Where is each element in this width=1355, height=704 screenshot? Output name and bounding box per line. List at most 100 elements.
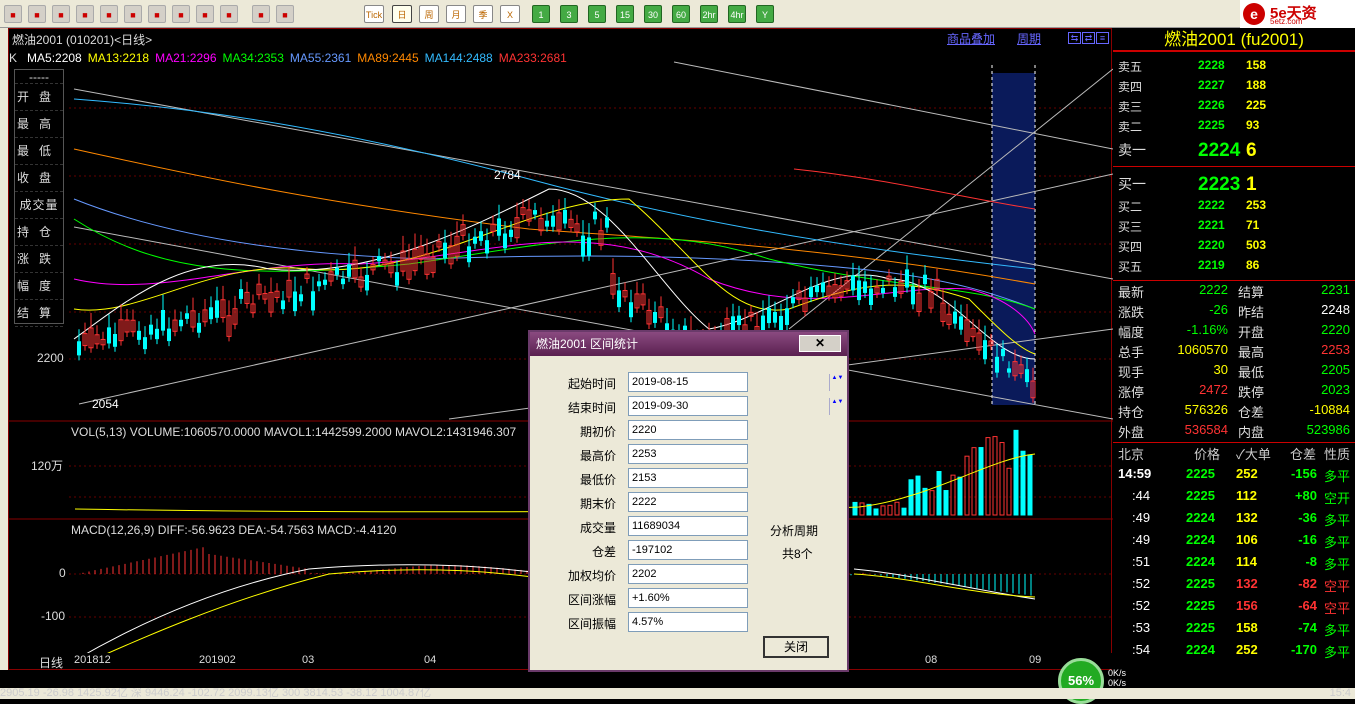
dialog-field-input[interactable]: 2019-09-30 ▲▼ xyxy=(628,396,843,416)
date-spinner-icon[interactable]: ▲▼ xyxy=(829,398,845,415)
period-button-2[interactable]: 月 xyxy=(446,5,466,23)
ohlc-button-7[interactable]: 幅度 xyxy=(15,273,63,300)
candle-body-45 xyxy=(347,264,351,277)
dialog-field-input[interactable]: 4.57% xyxy=(628,612,748,632)
left-strip[interactable] xyxy=(0,28,8,670)
bid-row-9[interactable]: 买五 2219 86 xyxy=(1118,258,1350,278)
order-volume: 1 xyxy=(1246,174,1257,195)
dialog-field-input[interactable]: 2019-08-15 ▲▼ xyxy=(628,372,843,392)
overlay-link[interactable]: 商品叠加 xyxy=(947,30,995,47)
candle-body-66 xyxy=(473,236,477,244)
ohlc-button-3[interactable]: 收盘 xyxy=(15,165,63,192)
dialog-field-input[interactable]: 2153 xyxy=(628,468,748,488)
period-button-4[interactable]: X xyxy=(500,5,520,23)
candle-body-136 xyxy=(893,287,897,297)
bid-row-8[interactable]: 买四 2220 503 xyxy=(1118,238,1350,258)
volume-bar-865 xyxy=(873,508,879,516)
period-button-1[interactable]: 周 xyxy=(419,5,439,23)
minute-button-3[interactable]: 15 xyxy=(616,5,634,23)
minute-button-4[interactable]: 30 xyxy=(644,5,662,23)
candle-body-41 xyxy=(323,279,327,285)
stat-row-2: 幅度 -1.16% 开盘 2220 xyxy=(1118,322,1350,342)
bid-row-6[interactable]: 买二 2222 253 xyxy=(1118,198,1350,218)
stat-key: 内盘 xyxy=(1238,425,1265,440)
candle-body-154 xyxy=(1001,348,1005,357)
nav-left-button[interactable]: ⇆ xyxy=(1068,32,1081,44)
report-icon[interactable]: ■ xyxy=(52,5,70,23)
minute-button-0[interactable]: 1 xyxy=(532,5,550,23)
order-price: 2220 xyxy=(1198,238,1225,252)
table-icon[interactable]: ■ xyxy=(252,5,270,23)
tick-row: :54 2224 252 -170 多平 xyxy=(1118,642,1355,664)
order-price: 2222 xyxy=(1198,198,1225,212)
dialog-field-input[interactable]: 2253 xyxy=(628,444,748,464)
zoom-in-icon[interactable]: ■ xyxy=(100,5,118,23)
period-link[interactable]: 周期 xyxy=(1017,30,1041,47)
filter-icon[interactable]: ■ xyxy=(220,5,238,23)
ohlc-button-4[interactable]: 成交量 xyxy=(15,192,63,219)
volume-bar-956 xyxy=(964,455,970,516)
candle-body-34 xyxy=(281,300,285,310)
dialog-row-10: 区间振幅 4.57% xyxy=(530,612,851,634)
order-label: 卖一 xyxy=(1118,142,1146,158)
tick-header-city: 北京 xyxy=(1118,447,1145,462)
chart-icon[interactable]: ■ xyxy=(276,5,294,23)
candle-body-141 xyxy=(923,274,927,285)
ask-row-0[interactable]: 卖五 2228 158 xyxy=(1118,58,1350,78)
minute-button-5[interactable]: 60 xyxy=(672,5,690,23)
ask-row-1[interactable]: 卖四 2227 188 xyxy=(1118,78,1350,98)
dialog-field-input[interactable]: 2202 xyxy=(628,564,748,584)
candle-body-147 xyxy=(959,316,963,330)
minute-button-8[interactable]: Y xyxy=(756,5,774,23)
dialog-close-button[interactable]: 关闭 xyxy=(763,636,829,658)
window-icon[interactable]: ■ xyxy=(148,5,166,23)
period-button-0[interactable]: 日 xyxy=(392,5,412,23)
ohlc-button-8[interactable]: 结算 xyxy=(15,300,63,327)
ask-row-2[interactable]: 卖三 2226 225 xyxy=(1118,98,1350,118)
minute-button-7[interactable]: 4hr xyxy=(728,5,746,23)
minute-button-1[interactable]: 3 xyxy=(560,5,578,23)
nav-menu-button[interactable]: ≡ xyxy=(1096,32,1109,44)
ask-row-4[interactable]: 卖一 2224 6 xyxy=(1118,140,1350,161)
draw-icon[interactable]: ■ xyxy=(196,5,214,23)
macd-y-tick-zero: 0 xyxy=(59,566,66,580)
tick-diff: -170 xyxy=(1290,642,1317,657)
candle-body-0 xyxy=(77,341,81,356)
status-clock: 15:4 xyxy=(1329,688,1351,699)
minute-button-2[interactable]: 5 xyxy=(588,5,606,23)
dialog-close-x-button[interactable]: ✕ xyxy=(799,335,841,352)
tick-time: :53 xyxy=(1132,620,1151,635)
zoom-out-icon[interactable]: ■ xyxy=(124,5,142,23)
refresh-icon[interactable]: ■ xyxy=(76,5,94,23)
volume-bar-886 xyxy=(894,501,900,516)
ask-row-3[interactable]: 卖二 2225 93 xyxy=(1118,118,1350,138)
date-spinner-icon[interactable]: ▲▼ xyxy=(829,374,845,391)
tick-button[interactable]: Tick xyxy=(364,5,384,23)
tick-row: 14:59 2225 252 -156 多平 xyxy=(1118,466,1355,488)
tick-volume: 132 xyxy=(1236,576,1258,591)
bid-row-7[interactable]: 买三 2221 71 xyxy=(1118,218,1350,238)
dialog-field-input[interactable]: 2220 xyxy=(628,420,748,440)
dialog-field-input[interactable]: 11689034 xyxy=(628,516,748,536)
ohlc-button-6[interactable]: 涨跌 xyxy=(15,246,63,273)
dialog-row-0: 起始时间 2019-08-15 ▲▼ xyxy=(530,372,851,394)
candle-body-44 xyxy=(341,278,345,285)
pen-icon[interactable]: ■ xyxy=(172,5,190,23)
bid-row-5[interactable]: 买一 2223 1 xyxy=(1118,174,1350,195)
ohlc-button-1[interactable]: 最高 xyxy=(15,111,63,138)
dialog-field-input[interactable]: +1.60% xyxy=(628,588,748,608)
dialog-field-input[interactable]: 2222 xyxy=(628,492,748,512)
period-button-3[interactable]: 季 xyxy=(473,5,493,23)
minute-button-6[interactable]: 2hr xyxy=(700,5,718,23)
favorites-icon[interactable]: ■ xyxy=(28,5,46,23)
stat-key: 外盘 xyxy=(1118,425,1145,440)
home-icon[interactable]: ■ xyxy=(4,5,22,23)
dialog-field-input[interactable]: -197102 xyxy=(628,540,748,560)
ohlc-button-2[interactable]: 最低 xyxy=(15,138,63,165)
ohlc-button-5[interactable]: 持仓 xyxy=(15,219,63,246)
tick-volume: 132 xyxy=(1236,510,1258,525)
tick-volume: 106 xyxy=(1236,532,1258,547)
ohlc-button-0[interactable]: 开盘 xyxy=(15,84,63,111)
nav-right-button[interactable]: ⇄ xyxy=(1082,32,1095,44)
ohlc-panel: ----- 开盘 最高 最低 收盘 成交量 持仓 涨跌 幅度 结算 xyxy=(14,69,64,327)
